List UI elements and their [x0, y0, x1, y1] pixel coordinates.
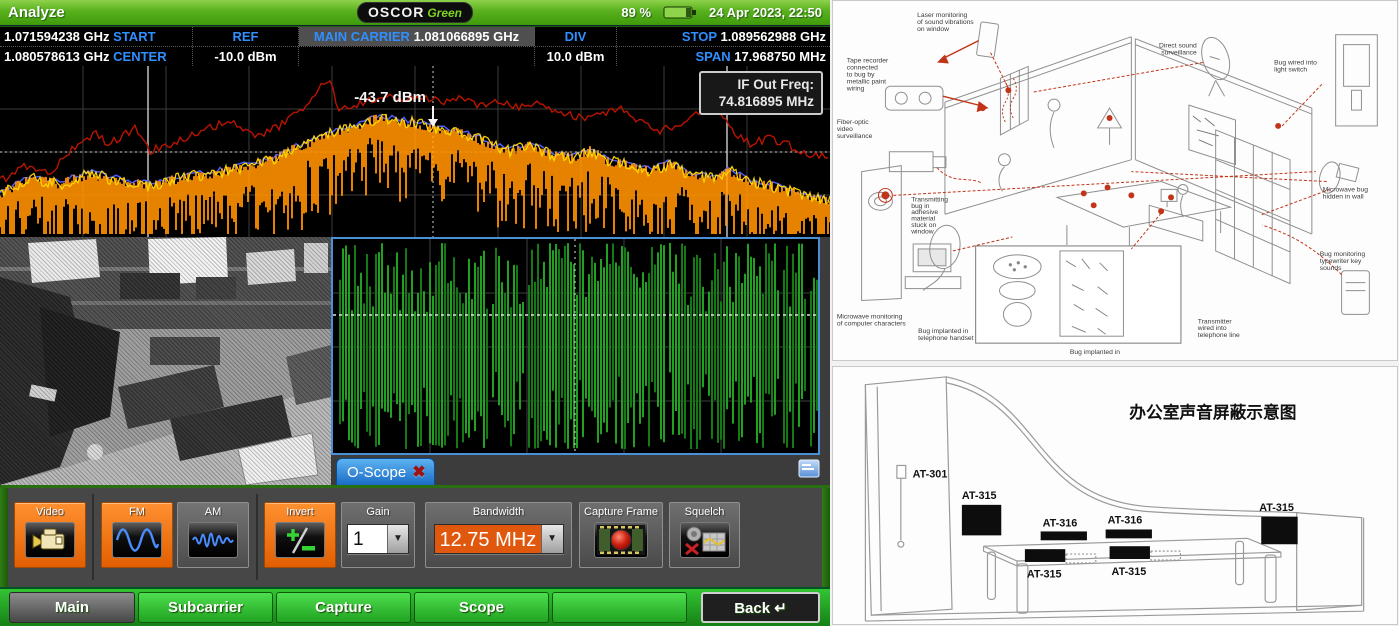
controls-bar: Video FM AM Invert [0, 485, 830, 587]
gain-value: 1 [348, 525, 387, 553]
nav-scope[interactable]: Scope [414, 592, 549, 623]
start-field: 1.071594238 GHz START [0, 27, 193, 46]
video-button[interactable]: Video [14, 502, 86, 568]
device-label: AT-315 [962, 490, 997, 502]
bandwidth-value: 12.75 MHz [435, 525, 541, 553]
bandwidth-group: Bandwidth 12.75 MHz ▼ [425, 502, 572, 568]
fm-button[interactable]: FM [101, 502, 173, 568]
datetime: 24 Apr 2023, 22:50 [709, 5, 822, 20]
main-carrier-field: MAIN CARRIER 1.081066895 GHz [299, 27, 535, 46]
device-label: AT-301 [913, 468, 948, 480]
nav-capture[interactable]: Capture [276, 592, 411, 623]
back-button[interactable]: Back ↵ [701, 592, 820, 623]
title-bar: Analyze OSCOR Green 89 % 24 Apr 2023, 22… [0, 0, 830, 26]
chevron-down-icon[interactable]: ▼ [541, 525, 563, 553]
if-out-freq-box: IF Out Freq: 74.816895 MHz [700, 72, 822, 114]
page-title: Analyze [8, 4, 65, 21]
svg-text:IF Out Freq:: IF Out Freq: [738, 77, 815, 92]
film-frame-icon [594, 522, 648, 558]
nav-subcarrier[interactable]: Subcarrier [138, 592, 273, 623]
diagram-label: Transmitterwired intotelephone line [1197, 318, 1240, 339]
frequency-header: 1.071594238 GHz START REF MAIN CARRIER 1… [0, 27, 830, 66]
diagram-label: Fiber-opticvideosurveillance [837, 119, 873, 140]
screenshot-root: Analyze OSCOR Green 89 % 24 Apr 2023, 22… [0, 0, 1399, 626]
invert-button[interactable]: Invert [264, 502, 336, 568]
close-icon[interactable]: ✖ [412, 462, 425, 482]
fm-wave-icon [112, 522, 162, 558]
span-field: SPAN 17.968750 MHz [617, 47, 830, 66]
div-label: DIV [535, 27, 617, 46]
ref-value: -10.0 dBm [193, 47, 299, 66]
svg-text:74.816895 MHz: 74.816895 MHz [719, 94, 815, 109]
sound-masking-diagram: 办公室声音屏蔽示意图 AT-301 AT-315 AT-316 AT-316 A… [832, 366, 1398, 625]
marker-readout: -43.7 dBm [354, 89, 426, 106]
oscor-analyzer-panel: Analyze OSCOR Green 89 % 24 Apr 2023, 22… [0, 0, 830, 626]
bandwidth-dropdown[interactable]: 12.75 MHz ▼ [434, 524, 564, 554]
nav-main[interactable]: Main [9, 592, 135, 623]
invert-plus-minus-icon [275, 522, 325, 558]
capture-frame-button[interactable]: Capture Frame [579, 502, 663, 568]
device-label: AT-315 [1027, 569, 1062, 581]
stop-field: STOP 1.089562988 GHz [617, 27, 830, 46]
diagram-label: Bug monitoringtypewriter keysounds [1320, 251, 1366, 272]
diagram-label: Microwave monitoringof computer characte… [837, 313, 907, 327]
oscilloscope-window: O-Scope ✖ [331, 237, 830, 485]
battery-icon [663, 5, 697, 20]
gain-dropdown[interactable]: 1 ▼ [347, 524, 409, 554]
masking-title: 办公室声音屏蔽示意图 [1129, 402, 1296, 422]
squelch-button[interactable]: Squelch [669, 502, 740, 568]
oscope-tab-bar: O-Scope ✖ [331, 455, 830, 485]
diagram-label: Laser monitoringof sound vibrationson wi… [917, 12, 974, 33]
gain-group: Gain 1 ▼ [341, 502, 415, 568]
div-value: 10.0 dBm [535, 47, 617, 66]
diagram-label: Direct soundsurveillance [1159, 43, 1197, 57]
ref-label: REF [193, 27, 299, 46]
diagram-label: Bug implanted intelephone handset [918, 328, 974, 342]
video-camera-icon [25, 522, 75, 558]
battery-percent: 89 % [621, 5, 651, 20]
chevron-down-icon[interactable]: ▼ [387, 525, 408, 553]
device-label: AT-315 [1259, 502, 1294, 514]
diagram-label: Microwave bughidden in wall [1323, 186, 1369, 200]
diagram-label: Transmittingbug inadhesivematerialstuck … [910, 196, 948, 235]
oscilloscope-display [331, 237, 820, 455]
equipment-photo [0, 237, 331, 485]
am-button[interactable]: AM [177, 502, 249, 568]
window-icon[interactable] [798, 459, 820, 478]
bugged-room-diagram: Laser monitoringof sound vibrationson wi… [832, 0, 1398, 361]
device-label: AT-316 [1108, 515, 1143, 527]
device-label: AT-315 [1112, 566, 1147, 578]
diagram-label: Tape recorderconnectedto bug bymetallic … [846, 57, 889, 92]
center-field: 1.080578613 GHz CENTER [0, 47, 193, 66]
spectrum-display: -43.7 dBm IF Out Freq: 74.816895 MHz [0, 66, 830, 237]
diagram-label: Bug wired intolight switch [1274, 59, 1317, 73]
diagram-label: Bug implanted in [1070, 349, 1120, 356]
oscor-logo: OSCOR Green [357, 2, 473, 23]
am-wave-icon [188, 522, 238, 558]
return-arrow-icon: ↵ [774, 600, 787, 617]
nav-blank[interactable] [552, 592, 687, 623]
device-label: AT-316 [1043, 518, 1078, 530]
oscope-tab[interactable]: O-Scope ✖ [336, 458, 435, 485]
bottom-nav: Main Subcarrier Capture Scope Back ↵ [0, 587, 830, 626]
squelch-icon [680, 522, 730, 558]
